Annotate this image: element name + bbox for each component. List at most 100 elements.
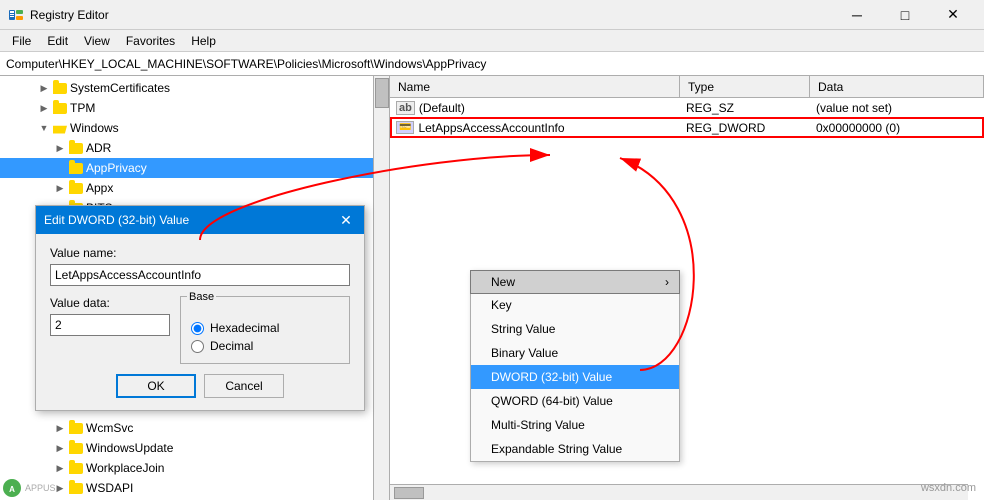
window-title: Registry Editor: [30, 8, 109, 22]
folder-icon: [68, 440, 84, 456]
tree-scrollbar[interactable]: [373, 76, 389, 500]
tree-item-wcmsvc[interactable]: ▶ WcmSvc: [0, 418, 389, 438]
tree-item-adr[interactable]: ▶ ADR: [0, 138, 389, 158]
minimize-button[interactable]: ─: [834, 0, 880, 30]
tree-item-appx[interactable]: ▶ Appx: [0, 178, 389, 198]
reg-name-letapps: 💳 LetAppsAccessAccountInfo: [390, 121, 680, 135]
expand-icon: ▶: [36, 100, 52, 116]
folder-open-icon: [52, 120, 68, 136]
tree-item-workplacejoin[interactable]: ▶ WorkplaceJoin: [0, 458, 389, 478]
expand-icon: ▶: [52, 180, 68, 196]
ctx-item-string-value[interactable]: String Value: [471, 317, 679, 341]
reg-type-letapps: REG_DWORD: [680, 121, 810, 135]
ctx-item-binary-value[interactable]: Binary Value: [471, 341, 679, 365]
submenu-arrow: ›: [665, 275, 669, 289]
folder-icon: [68, 140, 84, 156]
context-menu: New › Key String Value Binary Value DWOR…: [470, 270, 680, 462]
menu-bar: File Edit View Favorites Help: [0, 30, 984, 52]
right-h-scrollbar[interactable]: [390, 484, 968, 500]
menu-edit[interactable]: Edit: [39, 32, 76, 50]
value-data-section: Value data:: [50, 296, 170, 364]
address-path: Computer\HKEY_LOCAL_MACHINE\SOFTWARE\Pol…: [6, 57, 486, 71]
tree-label-tpm: TPM: [70, 101, 95, 115]
tree-label-windowsupdate: WindowsUpdate: [86, 441, 173, 455]
expand-icon: ▶: [52, 140, 68, 156]
edit-dword-dialog: Edit DWORD (32-bit) Value ✕ Value name: …: [35, 205, 365, 411]
registry-row-default[interactable]: ab (Default) REG_SZ (value not set): [390, 98, 984, 118]
tree-label-windows: Windows: [70, 121, 119, 135]
value-name-label: Value name:: [50, 246, 350, 260]
menu-favorites[interactable]: Favorites: [118, 32, 183, 50]
tree-label-systemcerts: SystemCertificates: [70, 81, 170, 95]
menu-help[interactable]: Help: [183, 32, 224, 50]
expand-icon: [52, 160, 68, 176]
app-icon: [8, 7, 24, 23]
reg-data-default: (value not set): [810, 101, 984, 115]
value-data-input[interactable]: [50, 314, 170, 336]
dialog-body: Value name: Value data: Base Hexadecimal…: [36, 234, 364, 410]
tree-label-wsdapi: WSDAPI: [86, 481, 133, 495]
new-submenu-button[interactable]: New ›: [470, 270, 680, 294]
ctx-item-multistring-value[interactable]: Multi-String Value: [471, 413, 679, 437]
tree-item-wsdapi[interactable]: ▶ WSDAPI: [0, 478, 389, 498]
value-name-input[interactable]: [50, 264, 350, 286]
scrollbar-thumb[interactable]: [394, 487, 424, 499]
tree-label-adr: ADR: [86, 141, 111, 155]
folder-icon: [68, 420, 84, 436]
menu-file[interactable]: File: [4, 32, 39, 50]
folder-icon: [68, 460, 84, 476]
ctx-item-qword-value[interactable]: QWORD (64-bit) Value: [471, 389, 679, 413]
cancel-button[interactable]: Cancel: [204, 374, 284, 398]
reg-name-default: ab (Default): [390, 101, 680, 115]
dialog-title: Edit DWORD (32-bit) Value: [44, 213, 189, 227]
watermark: wsxdn.com: [921, 482, 976, 494]
title-bar-left: Registry Editor: [8, 7, 109, 23]
tree-item-windows[interactable]: ▼ Windows: [0, 118, 389, 138]
hex-radio[interactable]: [191, 322, 204, 335]
expand-icon: ▶: [52, 420, 68, 436]
folder-icon: [68, 480, 84, 496]
expand-icon: ▶: [52, 460, 68, 476]
ok-button[interactable]: OK: [116, 374, 196, 398]
title-bar: Registry Editor ─ □ ✕: [0, 0, 984, 30]
base-group: Base Hexadecimal Decimal: [180, 296, 350, 364]
menu-view[interactable]: View: [76, 32, 118, 50]
close-button[interactable]: ✕: [930, 0, 976, 30]
appus-icon: A: [2, 478, 22, 498]
tree-item-appprivacy[interactable]: AppPrivacy: [0, 158, 389, 178]
tree-label-workplacejoin: WorkplaceJoin: [86, 461, 164, 475]
tree-item-tpm[interactable]: ▶ TPM: [0, 98, 389, 118]
dialog-buttons: OK Cancel: [50, 374, 350, 398]
tree-label-appprivacy: AppPrivacy: [86, 161, 147, 175]
registry-row-letapps[interactable]: 💳 LetAppsAccessAccountInfo REG_DWORD 0x0…: [390, 118, 984, 138]
tree-item-systemcerts[interactable]: ▶ SystemCertificates: [0, 78, 389, 98]
hex-label[interactable]: Hexadecimal: [210, 321, 279, 335]
address-bar: Computer\HKEY_LOCAL_MACHINE\SOFTWARE\Pol…: [0, 52, 984, 76]
tree-item-windowsupdate[interactable]: ▶ WindowsUpdate: [0, 438, 389, 458]
column-headers: Name Type Data: [390, 76, 984, 98]
expand-icon: ▼: [36, 120, 52, 136]
ctx-item-expandable-value[interactable]: Expandable String Value: [471, 437, 679, 461]
col-header-type[interactable]: Type: [680, 76, 810, 97]
base-label: Base: [187, 291, 216, 303]
dec-radio[interactable]: [191, 340, 204, 353]
dialog-title-bar: Edit DWORD (32-bit) Value ✕: [36, 206, 364, 234]
dec-label[interactable]: Decimal: [210, 339, 253, 353]
hex-radio-row: Hexadecimal: [191, 321, 339, 335]
folder-icon: [68, 160, 84, 176]
ctx-item-key[interactable]: Key: [471, 293, 679, 317]
window-controls: ─ □ ✕: [834, 0, 976, 30]
ctx-item-dword-value[interactable]: DWORD (32-bit) Value: [471, 365, 679, 389]
dialog-close-button[interactable]: ✕: [336, 210, 356, 230]
folder-icon: [68, 180, 84, 196]
col-header-data[interactable]: Data: [810, 76, 984, 97]
expand-icon: ▶: [52, 440, 68, 456]
tree-label-appx: Appx: [86, 181, 113, 195]
dialog-row: Value data: Base Hexadecimal Decimal: [50, 296, 350, 364]
maximize-button[interactable]: □: [882, 0, 928, 30]
expand-icon: ▶: [36, 80, 52, 96]
dec-radio-row: Decimal: [191, 339, 339, 353]
col-header-name[interactable]: Name: [390, 76, 680, 97]
appus-logo: A APPUS: [2, 478, 56, 498]
value-data-label: Value data:: [50, 296, 170, 310]
